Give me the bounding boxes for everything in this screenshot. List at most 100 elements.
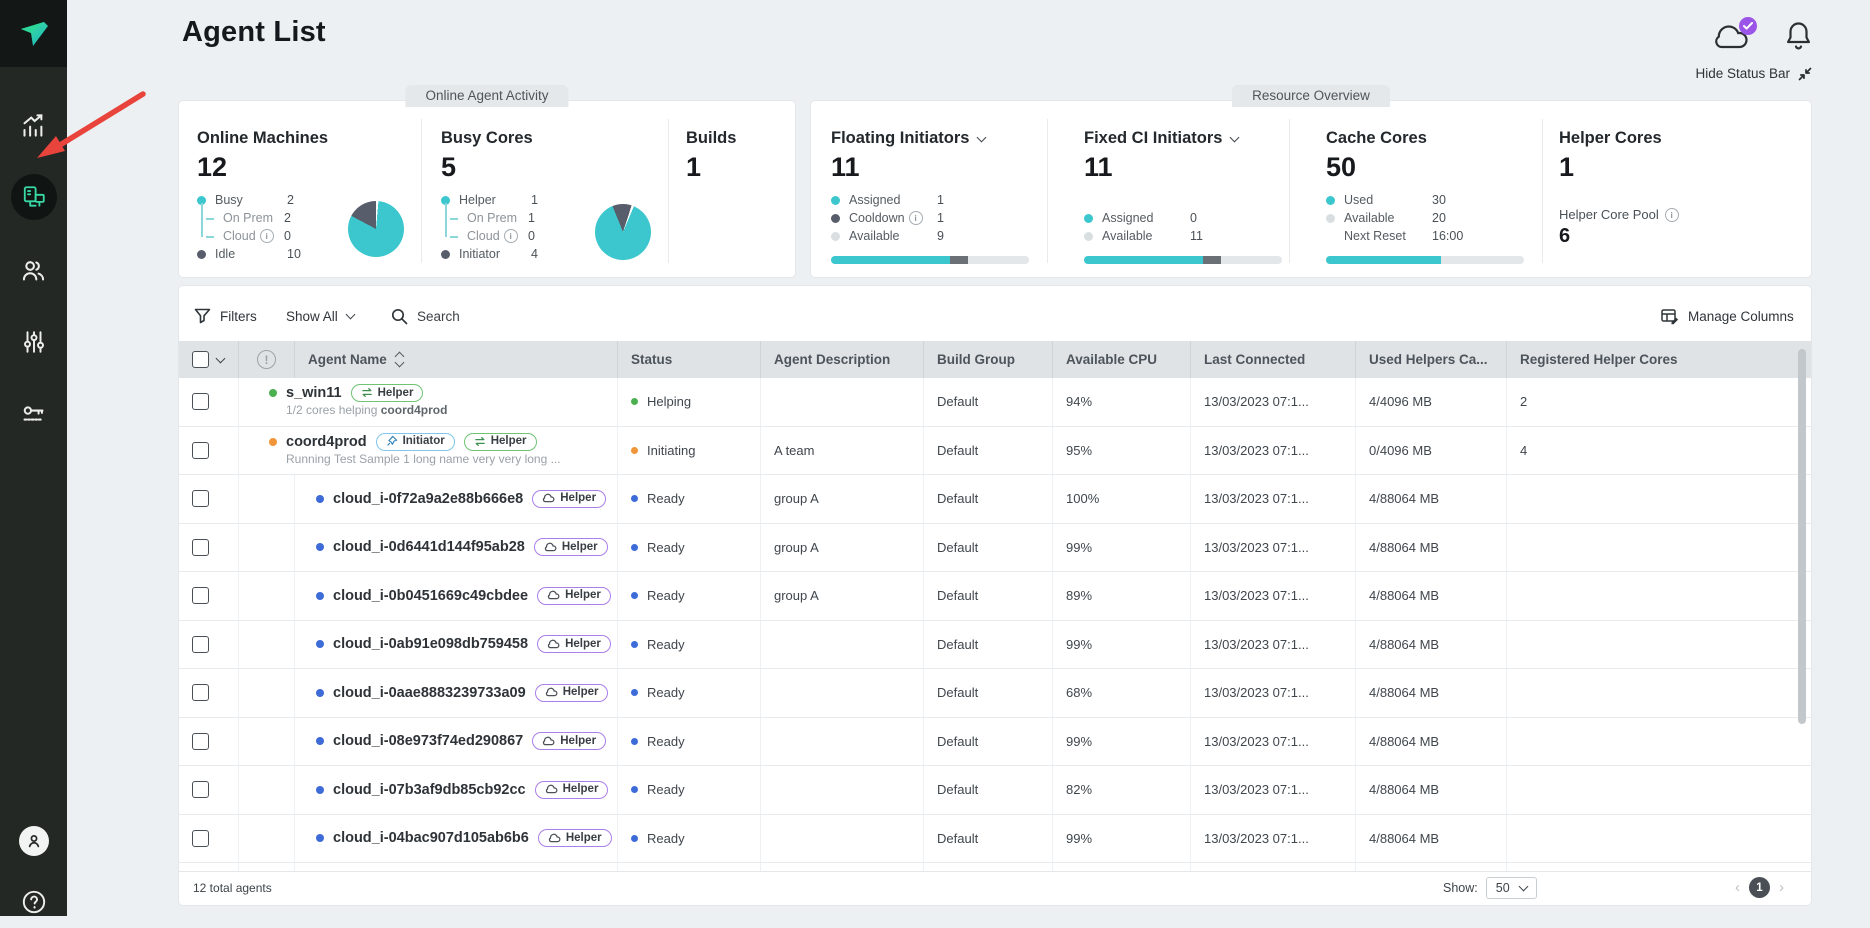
badge-helper[interactable]: Helper: [351, 384, 424, 402]
cell-select: [179, 524, 239, 572]
badge-initiator[interactable]: Initiator: [376, 433, 455, 451]
status-dot: [631, 786, 638, 793]
prev-page-button[interactable]: ‹: [1735, 879, 1740, 896]
badge-helper[interactable]: Helper: [535, 684, 609, 702]
agent-name: cloud_i-0f72a9a2e88b666e8: [333, 491, 523, 507]
sidebar-item-settings[interactable]: [0, 316, 67, 368]
badge-helper[interactable]: Helper: [532, 732, 606, 750]
status-dot: [631, 544, 638, 551]
online-agent-activity-panel: Online Agent Activity Online Machines 12…: [178, 100, 796, 278]
agent-name: cloud_i-07b3af9db85cb92cc: [333, 782, 526, 798]
online-machines-pie: [348, 201, 404, 257]
cell-build-group: Default: [924, 572, 1053, 620]
table-row[interactable]: cloud_i-0ab91e098db759458HelperReadyDefa…: [179, 621, 1811, 670]
table-row[interactable]: cloud_i-0b0451669c49cbdeeHelperReadygrou…: [179, 572, 1811, 621]
badge-helper[interactable]: Helper: [537, 635, 611, 653]
row-checkbox[interactable]: [192, 830, 209, 847]
table-row[interactable]: cloud_i-04bac907d105ab6b6HelperReadyDefa…: [179, 815, 1811, 864]
cloud-icon: [542, 736, 555, 746]
cell-last-connected: 13/03/2023 07:1...: [1191, 766, 1356, 814]
table-row[interactable]: cloud_i-0aae8883239733a09HelperReadyDefa…: [179, 669, 1811, 718]
cell-agent-description: [761, 766, 924, 814]
row-checkbox[interactable]: [192, 393, 209, 410]
badge-helper[interactable]: Helper: [538, 829, 612, 847]
cell-available-cpu: 95%: [1053, 427, 1191, 475]
helper-cores-stat: Helper Cores 1 Helper Core Pool i 6: [1559, 129, 1679, 248]
table-row[interactable]: cloud_i-0d6441d144f95ab28HelperReadygrou…: [179, 524, 1811, 573]
column-header-agent-name[interactable]: Agent Name: [295, 341, 618, 378]
current-page-button[interactable]: 1: [1749, 877, 1770, 898]
row-checkbox[interactable]: [192, 636, 209, 653]
show-all-dropdown[interactable]: Show All: [286, 301, 354, 331]
cell-available-cpu: 100%: [1053, 475, 1191, 523]
search-input[interactable]: Search: [391, 301, 460, 331]
chevron-down-icon[interactable]: [977, 132, 987, 142]
cell-agent-name: s_win11Helper1/2 cores helping coord4pro…: [239, 378, 618, 426]
agent-subtext: Running Test Sample 1 long name very ver…: [269, 452, 617, 466]
filters-button[interactable]: Filters: [194, 301, 257, 331]
sidebar-item-help[interactable]: [0, 876, 67, 928]
next-page-button[interactable]: ›: [1779, 879, 1784, 896]
info-icon[interactable]: i: [909, 211, 923, 225]
table-row[interactable]: cloud_i-0f72a9a2e88b666e8HelperReadygrou…: [179, 475, 1811, 524]
floating-initiators-stat: Floating Initiators 11 Assigned 1 Cooldo…: [831, 129, 985, 245]
badge-helper[interactable]: Helper: [464, 433, 537, 451]
info-icon[interactable]: i: [1665, 208, 1679, 222]
row-checkbox[interactable]: [192, 539, 209, 556]
row-checkbox[interactable]: [192, 684, 209, 701]
chevron-down-icon[interactable]: [1230, 132, 1240, 142]
cell-agent-description: [761, 378, 924, 426]
status-dot: [631, 689, 638, 696]
row-checkbox[interactable]: [192, 781, 209, 798]
table-row[interactable]: cloud_i-07b3af9db85cb92ccHelperReadyDefa…: [179, 766, 1811, 815]
cell-alert: [239, 475, 295, 523]
notification-bell-icon[interactable]: [1785, 20, 1812, 51]
cell-alert: [239, 524, 295, 572]
cell-select: [179, 475, 239, 523]
info-icon[interactable]: i: [504, 229, 518, 243]
status-dot: [631, 447, 638, 454]
badge-helper[interactable]: Helper: [534, 538, 608, 556]
profile-avatar-icon: [19, 826, 49, 856]
sidebar-item-agents[interactable]: [0, 171, 67, 223]
hide-status-bar-button[interactable]: Hide Status Bar: [1695, 66, 1812, 81]
table-row[interactable]: s_win11Helper1/2 cores helping coord4pro…: [179, 378, 1811, 427]
sidebar-item-license[interactable]: [0, 388, 67, 440]
cell-registered-helper-cores: 2: [1507, 378, 1811, 426]
cell-agent-name: cloud_i-04bac907d105ab6b6Helper: [295, 815, 618, 863]
agent-name: coord4prod: [286, 434, 367, 450]
app-logo[interactable]: [0, 0, 67, 67]
page-size-select[interactable]: 50: [1486, 877, 1537, 899]
sort-icon[interactable]: [396, 353, 403, 366]
column-header-status: Status: [618, 341, 761, 378]
row-checkbox[interactable]: [192, 490, 209, 507]
badge-helper[interactable]: Helper: [535, 781, 609, 799]
select-all-checkbox[interactable]: [192, 351, 209, 368]
row-checkbox[interactable]: [192, 733, 209, 750]
manage-columns-button[interactable]: Manage Columns: [1661, 301, 1794, 331]
cell-agent-name: coord4prod Initiator HelperRunning Test Sa…: [239, 427, 618, 475]
sidebar-item-users[interactable]: [0, 244, 67, 296]
cell-alert: [239, 815, 295, 863]
swap-icon: [474, 436, 486, 447]
cloud-status-icon[interactable]: [1713, 22, 1751, 50]
cloud-icon: [545, 687, 558, 697]
status-dot: [631, 738, 638, 745]
cell-registered-helper-cores: [1507, 572, 1811, 620]
sidebar-item-dashboard[interactable]: [0, 99, 67, 151]
vertical-scrollbar[interactable]: [1798, 349, 1806, 724]
table-row[interactable]: cloud_i-08e973f74ed290867HelperReadyDefa…: [179, 718, 1811, 767]
badge-helper[interactable]: Helper: [537, 587, 611, 605]
select-menu-chevron-icon[interactable]: [216, 353, 226, 363]
row-checkbox[interactable]: [192, 587, 209, 604]
cell-select: [179, 572, 239, 620]
users-icon: [20, 257, 47, 284]
info-icon[interactable]: i: [260, 229, 274, 243]
table-row[interactable]: coord4prod Initiator HelperRunning Test Sa…: [179, 427, 1811, 476]
cell-build-group: Default: [924, 669, 1053, 717]
row-checkbox[interactable]: [192, 442, 209, 459]
cell-build-group: Default: [924, 427, 1053, 475]
cell-build-group: Default: [924, 524, 1053, 572]
badge-helper[interactable]: Helper: [532, 490, 606, 508]
sidebar-item-profile[interactable]: [0, 815, 67, 867]
